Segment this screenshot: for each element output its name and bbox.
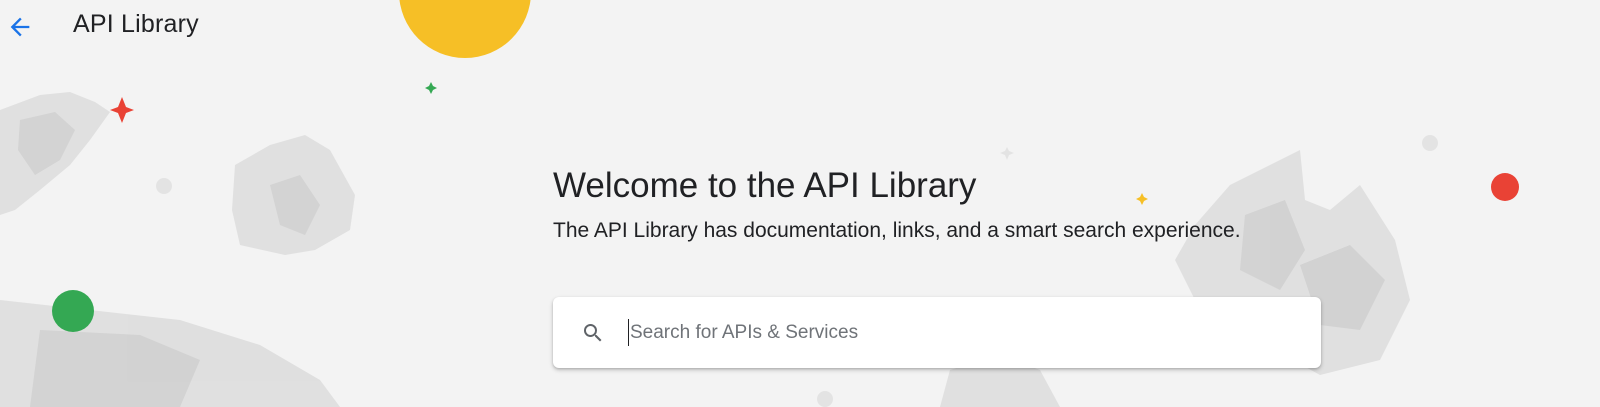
green-star-decoration — [425, 82, 437, 94]
welcome-subheading: The API Library has documentation, links… — [553, 219, 1241, 242]
welcome-heading: Welcome to the API Library — [553, 166, 977, 205]
red-star-decoration — [110, 97, 134, 123]
page-header: API Library — [0, 0, 1600, 52]
search-box[interactable] — [553, 297, 1321, 368]
back-button[interactable] — [4, 11, 36, 43]
page-title: API Library — [73, 10, 199, 38]
red-circle-decoration — [1491, 173, 1519, 201]
welcome-section: Welcome to the API Library The API Libra… — [553, 165, 1333, 245]
api-library-page: API Library Welcome to the API Library T… — [0, 0, 1600, 407]
arrow-left-icon — [10, 17, 30, 37]
search-input[interactable] — [626, 315, 1290, 351]
search-icon — [584, 324, 602, 342]
text-cursor — [628, 319, 629, 346]
green-circle-decoration — [52, 290, 94, 332]
